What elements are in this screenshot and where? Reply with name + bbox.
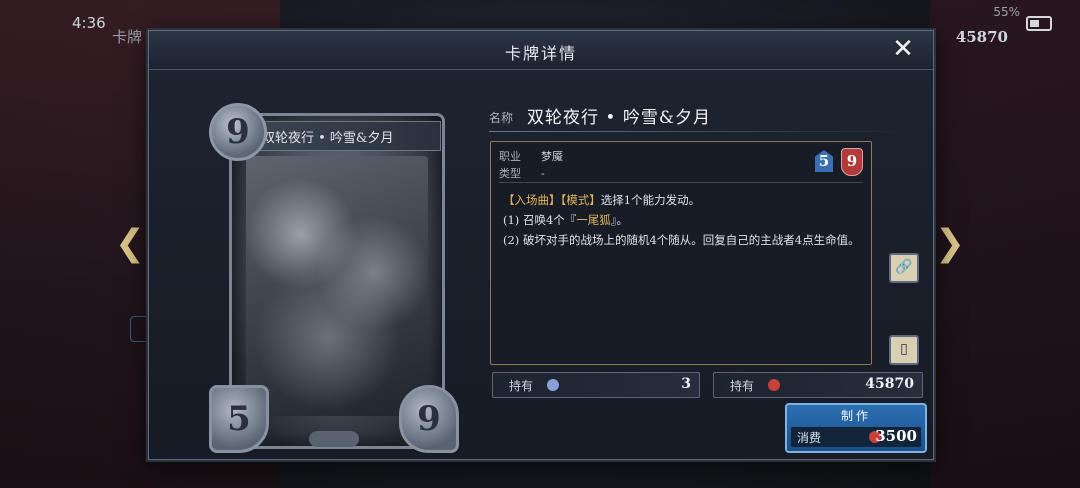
- card-cost: 9: [209, 103, 267, 161]
- craft-cost-label: 消费: [797, 431, 822, 445]
- card-pack-icon: [547, 379, 559, 391]
- card-preview: 双轮夜行 • 吟雪&夕月 9 5 9: [209, 103, 459, 453]
- card-meta: 职业 梦魇 类型 -: [499, 148, 563, 182]
- divider: [499, 182, 863, 183]
- class-value: 梦魇: [541, 150, 563, 163]
- card-info-icon[interactable]: ▯: [889, 335, 919, 365]
- effect-line2-highlight: 一尾狐: [576, 213, 611, 227]
- link-card-icon[interactable]: 🔗: [889, 253, 919, 283]
- effect-tag-fanfare: 【入场曲】: [503, 193, 561, 207]
- card-art: [246, 156, 428, 416]
- owned-count: 3: [681, 376, 691, 392]
- battery-icon: [1026, 16, 1052, 31]
- vials-label: 持有: [730, 379, 755, 393]
- card-detail-box: 职业 梦魇 类型 - 5 9 【入场曲】【模式】选择1个能力发动。 (1) 召唤4个…: [490, 141, 872, 365]
- name-underline: [489, 131, 909, 132]
- vials-count: 45870: [865, 376, 914, 392]
- name-label: 名称: [489, 111, 514, 125]
- effect-tag-mode: 【模式】: [560, 193, 601, 207]
- owned-count-box: 持有 3: [492, 372, 700, 398]
- effect-line3: (2) 破坏对手的战场上的随机4个随从。回复自己的主战者4点生命值。: [503, 233, 860, 247]
- craft-button[interactable]: 制作 消费 3500: [785, 403, 927, 453]
- background-title: 卡牌: [112, 28, 143, 46]
- status-time: 4:36: [72, 14, 106, 32]
- type-label: 类型: [499, 167, 521, 180]
- background-counter: 45870: [955, 28, 1008, 46]
- effect-line2-prefix: (1) 召唤4个『: [503, 213, 577, 227]
- battery-percent: 55%: [993, 5, 1020, 19]
- class-label: 职业: [499, 150, 521, 163]
- close-icon[interactable]: ✕: [889, 35, 917, 63]
- prev-card-arrow-icon[interactable]: ❮: [112, 222, 148, 266]
- owned-label: 持有: [509, 379, 534, 393]
- card-name-row: 名称 双轮夜行 • 吟雪&夕月: [489, 101, 909, 132]
- card-detail-modal: 卡牌详情 ✕ 双轮夜行 • 吟雪&夕月 9 5 9 名称 双轮夜行 • 吟雪&夕…: [148, 30, 934, 460]
- mini-cost-icon: 5: [815, 150, 833, 172]
- mini-health-icon: 9: [841, 148, 863, 176]
- card-name-strip: 双轮夜行 • 吟雪&夕月: [243, 121, 441, 151]
- status-bar: 4:36 55%: [0, 0, 1080, 32]
- craft-cost-value: 3500: [875, 427, 917, 445]
- effect-line2-suffix: 』。: [610, 213, 629, 227]
- craft-cost-row: 消费 3500: [791, 427, 921, 447]
- card-crest: [309, 431, 359, 447]
- craft-label: 制作: [840, 409, 871, 423]
- type-value: -: [541, 167, 545, 180]
- owned-vials-box: 持有 45870: [713, 372, 923, 398]
- next-card-arrow-icon[interactable]: ❯: [932, 222, 968, 266]
- card-name: 双轮夜行 • 吟雪&夕月: [262, 131, 394, 146]
- modal-title: 卡牌详情: [504, 44, 577, 63]
- modal-header: 卡牌详情 ✕: [149, 31, 933, 70]
- card-health: 9: [399, 385, 459, 453]
- name-value: 双轮夜行 • 吟雪&夕月: [527, 108, 711, 128]
- card-attack: 5: [209, 385, 269, 453]
- effect-line1: 选择1个能力发动。: [600, 193, 701, 207]
- vial-icon: [768, 379, 780, 391]
- card-effect-text: 【入场曲】【模式】选择1个能力发动。 (1) 召唤4个『一尾狐』。 (2) 破坏…: [503, 190, 863, 250]
